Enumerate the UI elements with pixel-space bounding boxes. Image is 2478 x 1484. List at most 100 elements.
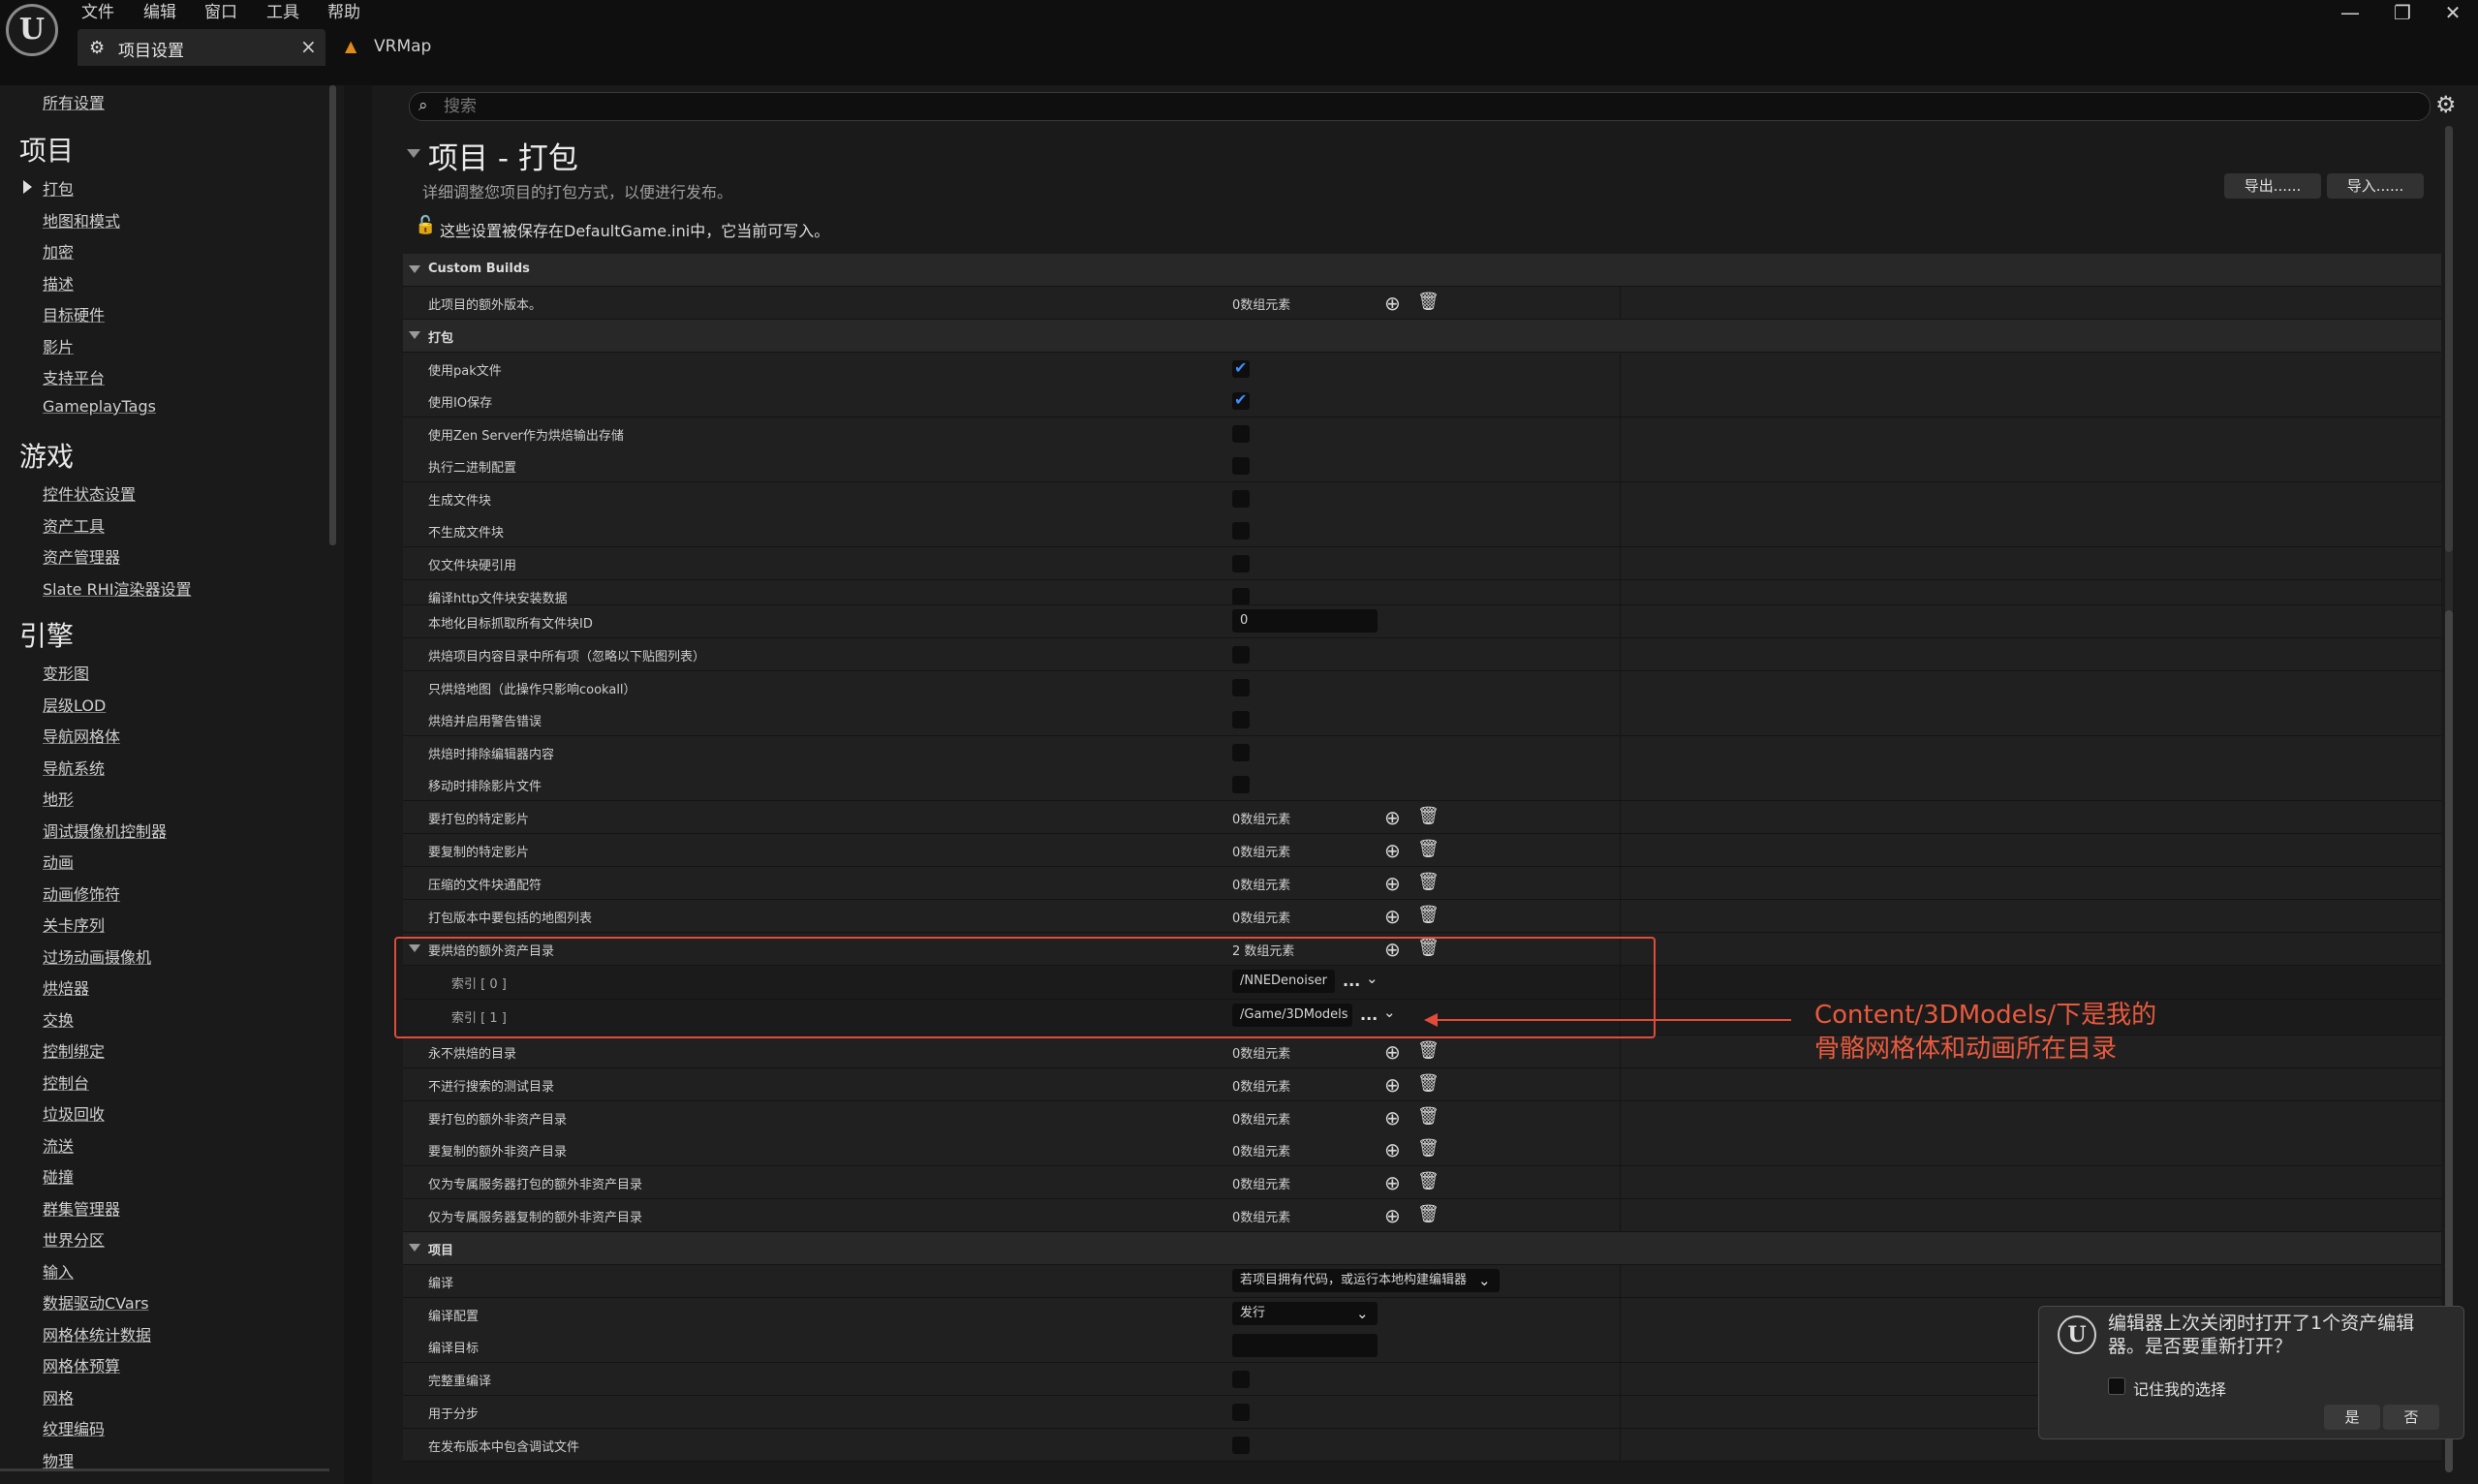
add-element-icon[interactable]: ⊕	[1384, 1204, 1401, 1227]
sidebar-item[interactable]: 垃圾回收	[43, 1101, 105, 1125]
column-divider[interactable]	[1620, 834, 1621, 866]
text-input[interactable]: 0	[1232, 609, 1378, 633]
checkbox[interactable]	[1232, 358, 1250, 378]
checkbox[interactable]	[1232, 711, 1250, 728]
category-header[interactable]: Custom Builds	[403, 254, 2441, 287]
column-divider[interactable]	[1620, 1298, 1621, 1330]
menu-window[interactable]: 窗口	[204, 0, 237, 25]
column-divider[interactable]	[1620, 1166, 1621, 1198]
restore-icon[interactable]: ❐	[2383, 0, 2422, 25]
column-divider[interactable]	[1620, 867, 1621, 899]
checkbox[interactable]	[1232, 522, 1250, 540]
column-divider[interactable]	[1620, 1199, 1621, 1231]
close-tab-icon[interactable]: ×	[300, 35, 317, 58]
add-element-icon[interactable]: ⊕	[1384, 806, 1401, 829]
add-element-icon[interactable]: ⊕	[1384, 292, 1401, 315]
add-element-icon[interactable]: ⊕	[1384, 1138, 1401, 1161]
checkbox[interactable]	[1232, 555, 1250, 572]
column-divider[interactable]	[1620, 449, 1621, 481]
collapse-arrow-icon[interactable]	[407, 149, 420, 158]
delete-all-icon[interactable]: 🗑	[1417, 839, 1440, 859]
import-button[interactable]: 导入......	[2327, 173, 2424, 199]
checkbox[interactable]	[1232, 744, 1250, 761]
collapse-arrow-icon[interactable]	[409, 265, 420, 273]
checkbox[interactable]	[1232, 390, 1250, 410]
dropdown-select[interactable]: 若项目拥有代码，或运行本地构建编辑器 ⌄	[1232, 1269, 1500, 1292]
checkbox[interactable]	[1232, 1437, 1250, 1454]
column-divider[interactable]	[1620, 768, 1621, 800]
sidebar-item[interactable]: 流送	[43, 1133, 74, 1157]
export-button[interactable]: 导出......	[2224, 173, 2321, 199]
sidebar-item[interactable]: 物理	[43, 1448, 74, 1471]
sidebar-item[interactable]: 动画	[43, 850, 74, 873]
column-divider[interactable]	[1620, 703, 1621, 735]
sidebar-item[interactable]: 数据驱动CVars	[43, 1290, 149, 1314]
sidebar-item[interactable]: 动画修饰符	[43, 881, 120, 905]
add-element-icon[interactable]: ⊕	[1384, 905, 1401, 928]
checkbox[interactable]	[1232, 490, 1250, 508]
column-divider[interactable]	[1620, 1363, 1621, 1395]
remember-choice-checkbox[interactable]	[2108, 1377, 2125, 1395]
inner-scrollbar-thumb[interactable]	[2445, 126, 2453, 552]
column-divider[interactable]	[1620, 736, 1621, 768]
checkbox[interactable]	[1232, 457, 1250, 475]
sidebar-all-settings[interactable]: 所有设置	[43, 90, 105, 113]
sidebar-item[interactable]: 交换	[43, 1007, 74, 1031]
menu-help[interactable]: 帮助	[327, 0, 360, 25]
close-window-icon[interactable]: ✕	[2433, 0, 2472, 25]
delete-all-icon[interactable]: 🗑	[1417, 1204, 1440, 1224]
sidebar-item[interactable]: 导航网格体	[43, 724, 120, 747]
sidebar-item[interactable]: 网格体预算	[43, 1353, 120, 1376]
minimize-icon[interactable]: —	[2331, 0, 2370, 25]
delete-all-icon[interactable]: 🗑	[1417, 806, 1440, 826]
delete-all-icon[interactable]: 🗑	[1417, 1171, 1440, 1191]
add-element-icon[interactable]: ⊕	[1384, 1106, 1401, 1129]
column-divider[interactable]	[1620, 638, 1621, 670]
sidebar-item[interactable]: 网格体统计数据	[43, 1322, 151, 1345]
delete-all-icon[interactable]: 🗑	[1417, 1138, 1440, 1159]
sidebar-item[interactable]: 资产工具	[43, 513, 105, 537]
menu-edit[interactable]: 编辑	[143, 0, 176, 25]
column-divider[interactable]	[1620, 482, 1621, 514]
column-divider[interactable]	[1620, 1330, 1621, 1362]
sidebar-item[interactable]: Slate RHI渲染器设置	[43, 576, 191, 600]
category-header[interactable]: 项目	[403, 1232, 2441, 1265]
sidebar-item[interactable]: 加密	[43, 239, 74, 263]
checkbox[interactable]	[1232, 679, 1250, 696]
sidebar-item[interactable]: 网格	[43, 1385, 74, 1408]
tab-project-settings[interactable]: ⚙ 项目设置 ×	[77, 29, 325, 66]
sidebar-item[interactable]: 地图和模式	[43, 208, 120, 232]
add-element-icon[interactable]: ⊕	[1384, 872, 1401, 895]
column-divider[interactable]	[1620, 417, 1621, 449]
column-divider[interactable]	[1620, 671, 1621, 703]
checkbox[interactable]	[1232, 425, 1250, 443]
sidebar-item[interactable]: 纹理编码	[43, 1416, 105, 1439]
column-divider[interactable]	[1620, 1036, 1621, 1067]
delete-all-icon[interactable]: 🗑	[1417, 1106, 1440, 1127]
column-divider[interactable]	[1620, 1133, 1621, 1165]
sidebar-item[interactable]: 控制台	[43, 1070, 89, 1094]
sidebar-item[interactable]: 调试摄像机控制器	[43, 819, 167, 842]
column-divider[interactable]	[1620, 1068, 1621, 1100]
sidebar-item[interactable]: 烘焙器	[43, 975, 89, 999]
category-header[interactable]: 打包	[403, 320, 2441, 353]
sidebar-item[interactable]: 目标硬件	[43, 302, 105, 325]
menu-file[interactable]: 文件	[81, 0, 114, 25]
yes-button[interactable]: 是	[2324, 1405, 2380, 1430]
sidebar-item[interactable]: 导航系统	[43, 756, 105, 779]
collapse-arrow-icon[interactable]	[409, 1244, 420, 1252]
column-divider[interactable]	[1620, 385, 1621, 417]
checkbox[interactable]	[1232, 776, 1250, 793]
gear-icon[interactable]: ⚙	[2435, 91, 2457, 118]
sidebar-item[interactable]: 描述	[43, 271, 74, 294]
collapse-arrow-icon[interactable]	[409, 331, 420, 339]
sidebar-item[interactable]: 支持平台	[43, 365, 105, 388]
delete-all-icon[interactable]: 🗑	[1417, 905, 1440, 925]
sidebar-item[interactable]: 关卡序列	[43, 912, 105, 936]
sidebar-scrollbar[interactable]	[329, 85, 336, 545]
sidebar-item[interactable]: 控制绑定	[43, 1038, 105, 1062]
add-element-icon[interactable]: ⊕	[1384, 839, 1401, 862]
sidebar-item[interactable]: 资产管理器	[43, 544, 120, 568]
sidebar-item[interactable]: 变形图	[43, 661, 89, 684]
column-divider[interactable]	[1620, 580, 1621, 604]
